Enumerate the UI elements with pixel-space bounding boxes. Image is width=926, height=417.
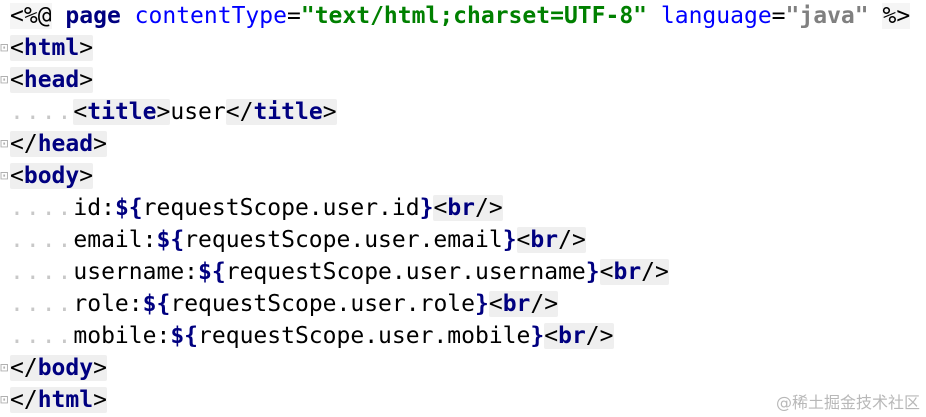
field-label-id: id: [73, 195, 115, 221]
el-open: ${ [198, 259, 226, 285]
fold-marker-icon[interactable]: ⊡ [0, 384, 10, 416]
directive-keyword: page [65, 3, 121, 29]
br-tag: <br/> [433, 195, 503, 221]
field-label-role: role: [73, 291, 143, 317]
el-open: ${ [142, 291, 171, 317]
el-expression-role: requestScope.user.role [170, 291, 475, 317]
directive-open: <%@ [10, 3, 52, 29]
html-close-tag: </html> [10, 387, 107, 413]
attr-content-type: contentType [134, 3, 287, 29]
indent-whitespace: .... [10, 259, 74, 285]
br-tag: <br/> [516, 227, 586, 253]
jsp-page-directive: <%@ page contentType="text/html;charset=… [10, 0, 911, 32]
el-open: ${ [156, 227, 185, 253]
head-close-tag: </head> [10, 131, 107, 157]
directive-close: %> [882, 3, 911, 29]
indent-whitespace: .... [10, 227, 74, 253]
field-label-username: username: [73, 259, 199, 285]
el-open: ${ [114, 195, 143, 221]
br-tag: <br/> [488, 291, 559, 317]
indent-whitespace: .... [10, 323, 74, 349]
field-label-mobile: mobile: [73, 323, 171, 349]
head-open-tag: <head> [10, 67, 94, 93]
fold-marker-icon[interactable]: ⊡ [0, 64, 10, 96]
el-expression-id: requestScope.user.id [142, 195, 420, 221]
title-close-tag: </title> [225, 99, 337, 125]
code-editor[interactable]: <%@ page contentType="text/html;charset=… [0, 0, 926, 417]
attr-value-language: "java" [785, 3, 869, 29]
body-close-tag: </body> [10, 355, 107, 381]
el-close: } [530, 323, 545, 349]
fold-marker-icon[interactable]: ⊡ [0, 160, 10, 192]
fold-marker-icon[interactable]: ⊡ [0, 352, 10, 384]
fold-marker-icon[interactable]: ⊡ [0, 128, 10, 160]
indent-whitespace: .... [10, 99, 74, 125]
el-expression-email: requestScope.user.email [184, 227, 503, 253]
indent-whitespace: .... [10, 291, 74, 317]
equals-sign: = [286, 3, 301, 29]
indent-whitespace: .... [10, 195, 74, 221]
equals-sign: = [771, 3, 786, 29]
attr-language: language [660, 3, 772, 29]
br-tag: <br/> [544, 323, 614, 349]
el-expression-username: requestScope.user.username [225, 259, 586, 285]
el-close: } [585, 259, 600, 285]
watermark: @稀土掘金技术社区 [775, 393, 920, 412]
el-expression-mobile: requestScope.user.mobile [198, 323, 531, 349]
el-open: ${ [170, 323, 199, 349]
br-tag: <br/> [599, 259, 669, 285]
el-close: } [502, 227, 517, 253]
el-close: } [474, 291, 489, 317]
el-close: } [419, 195, 434, 221]
body-open-tag: <body> [10, 163, 94, 189]
html-open-tag: <html> [10, 35, 94, 61]
field-label-email: email: [73, 227, 157, 253]
title-text: user [170, 99, 226, 125]
fold-marker-icon[interactable]: ⊡ [0, 32, 10, 64]
title-open-tag: <title> [73, 99, 171, 125]
attr-value-content-type: "text/html;charset=UTF-8" [300, 3, 648, 29]
